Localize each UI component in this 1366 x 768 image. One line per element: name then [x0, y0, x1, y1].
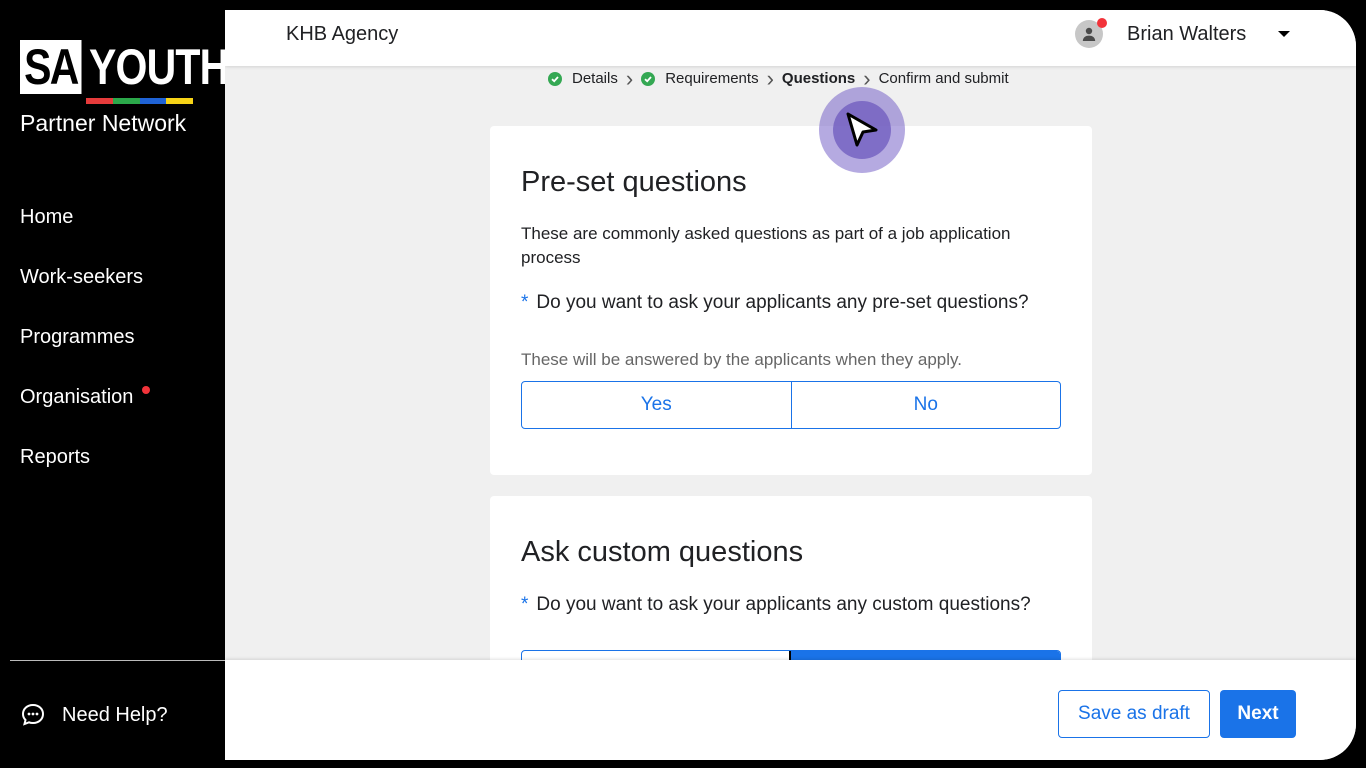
step-details[interactable]: Details [548, 70, 618, 87]
sidebar-item-label: Programmes [20, 326, 135, 348]
sidebar-item-label: Reports [20, 446, 91, 468]
required-asterisk: * [521, 292, 529, 313]
logo-youth-text: YOUTH [89, 39, 229, 95]
check-circle-icon [641, 71, 656, 86]
sidebar-item-label: Organisation [20, 386, 134, 408]
step-requirements[interactable]: Requirements [641, 70, 759, 87]
preset-question: * Do you want to ask your applicants any … [521, 290, 1041, 315]
sidebar-item-programmes[interactable]: Programmes [20, 322, 143, 382]
sidebar-item-label: Work-seekers [20, 266, 143, 288]
cursor-highlight-inner [833, 101, 891, 159]
progress-steps: Details › Requirements › Questions › Con… [548, 66, 1009, 91]
logo-wordmark: SA YOUTH [20, 38, 230, 96]
top-bar: KHB Agency Brian Walters [225, 10, 1356, 66]
notification-dot [142, 386, 150, 394]
sidebar-divider [10, 660, 225, 661]
sidebar: SA YOUTH Partner Network Home Work-seeke… [10, 10, 230, 760]
save-as-draft-button[interactable]: Save as draft [1058, 690, 1210, 738]
chevron-right-icon: › [863, 66, 871, 91]
cursor-highlight [819, 87, 905, 173]
need-help-link[interactable]: Need Help? [20, 702, 168, 728]
next-button[interactable]: Next [1220, 690, 1296, 738]
preset-title: Pre-set questions [521, 166, 747, 198]
preset-hint: These will be answered by the applicants… [521, 350, 962, 369]
avatar [1075, 18, 1107, 48]
mouse-pointer-icon [846, 112, 878, 147]
preset-question-text: Do you want to ask your applicants any p… [536, 292, 1029, 313]
chevron-down-icon [1278, 31, 1291, 37]
preset-questions-card: Pre-set questions These are commonly ask… [490, 126, 1092, 475]
notification-dot [1097, 18, 1107, 28]
sidebar-nav: Home Work-seekers Programmes Organisatio… [20, 202, 150, 502]
sidebar-item-home[interactable]: Home [20, 202, 143, 262]
need-help-label: Need Help? [62, 703, 168, 726]
step-label: Confirm and submit [878, 70, 1009, 87]
user-name: Brian Walters [1127, 22, 1247, 45]
person-icon [1082, 27, 1096, 41]
footer-bar: Save as draft Next [225, 660, 1356, 760]
preset-yes-button[interactable]: Yes [522, 382, 791, 428]
logo-subtitle: Partner Network [20, 110, 187, 136]
logo-color-bars [86, 98, 193, 104]
preset-description: These are commonly asked questions as pa… [521, 224, 1011, 267]
step-label: Details [572, 70, 618, 87]
sidebar-item-work-seekers[interactable]: Work-seekers [20, 262, 143, 322]
agency-name: KHB Agency [286, 23, 399, 45]
step-label: Questions [781, 70, 856, 87]
custom-question-text: Do you want to ask your applicants any c… [536, 594, 1031, 615]
custom-title: Ask custom questions [521, 536, 804, 568]
custom-question: * Do you want to ask your applicants any … [521, 592, 1041, 617]
chevron-right-icon: › [625, 66, 634, 91]
preset-yes-no-toggle: Yes No [521, 381, 1061, 429]
step-label: Requirements [665, 70, 759, 87]
chevron-right-icon: › [766, 66, 774, 91]
preset-no-button[interactable]: No [790, 382, 1061, 428]
screen-frame: SA YOUTH Partner Network Home Work-seeke… [0, 0, 1366, 768]
sidebar-item-reports[interactable]: Reports [20, 442, 143, 502]
check-circle-icon [548, 71, 562, 86]
user-menu[interactable]: Brian Walters [1075, 18, 1291, 48]
step-questions[interactable]: Questions [782, 70, 855, 87]
chat-bubble-icon [21, 703, 45, 726]
step-confirm-and-submit[interactable]: Confirm and submit [879, 70, 1009, 87]
main-app: KHB Agency Brian Walters Details › Requi… [225, 10, 1356, 760]
sidebar-item-organisation[interactable]: Organisation [20, 382, 150, 442]
logo-sa-text: SA [20, 40, 82, 94]
sidebar-item-label: Home [20, 206, 74, 228]
sa-youth-logo[interactable]: SA YOUTH Partner Network [20, 38, 230, 137]
required-asterisk: * [521, 594, 529, 615]
